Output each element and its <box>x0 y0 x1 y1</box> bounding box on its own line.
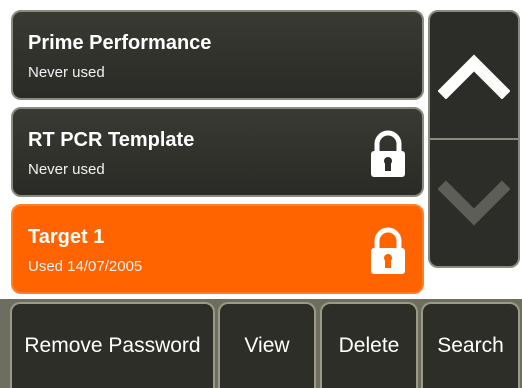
search-button[interactable]: Search <box>421 302 520 388</box>
lock-icon <box>371 227 405 274</box>
template-item-prime-performance[interactable]: Prime Performance Never used <box>11 10 424 100</box>
template-screen: Prime Performance Never used RT PCR Temp… <box>0 0 522 388</box>
scroll-down-button[interactable] <box>430 140 518 266</box>
chevron-down-icon <box>438 180 510 226</box>
lock-icon <box>371 130 405 177</box>
chevron-up-icon <box>438 54 510 99</box>
template-usage: Never used <box>28 161 105 178</box>
scroll-up-button[interactable] <box>430 12 518 140</box>
template-item-target-1[interactable]: Target 1 Used 14/07/2005 <box>11 204 424 294</box>
scroll-panel <box>428 10 520 268</box>
template-usage: Used 14/07/2005 <box>28 258 143 275</box>
remove-password-button[interactable]: Remove Password <box>10 302 215 388</box>
template-title: Target 1 <box>28 226 105 248</box>
template-title: RT PCR Template <box>28 129 195 151</box>
template-title: Prime Performance <box>28 32 212 54</box>
view-button[interactable]: View <box>218 302 316 388</box>
template-item-rt-pcr[interactable]: RT PCR Template Never used <box>11 107 424 197</box>
delete-button[interactable]: Delete <box>320 302 418 388</box>
template-usage: Never used <box>28 64 105 81</box>
